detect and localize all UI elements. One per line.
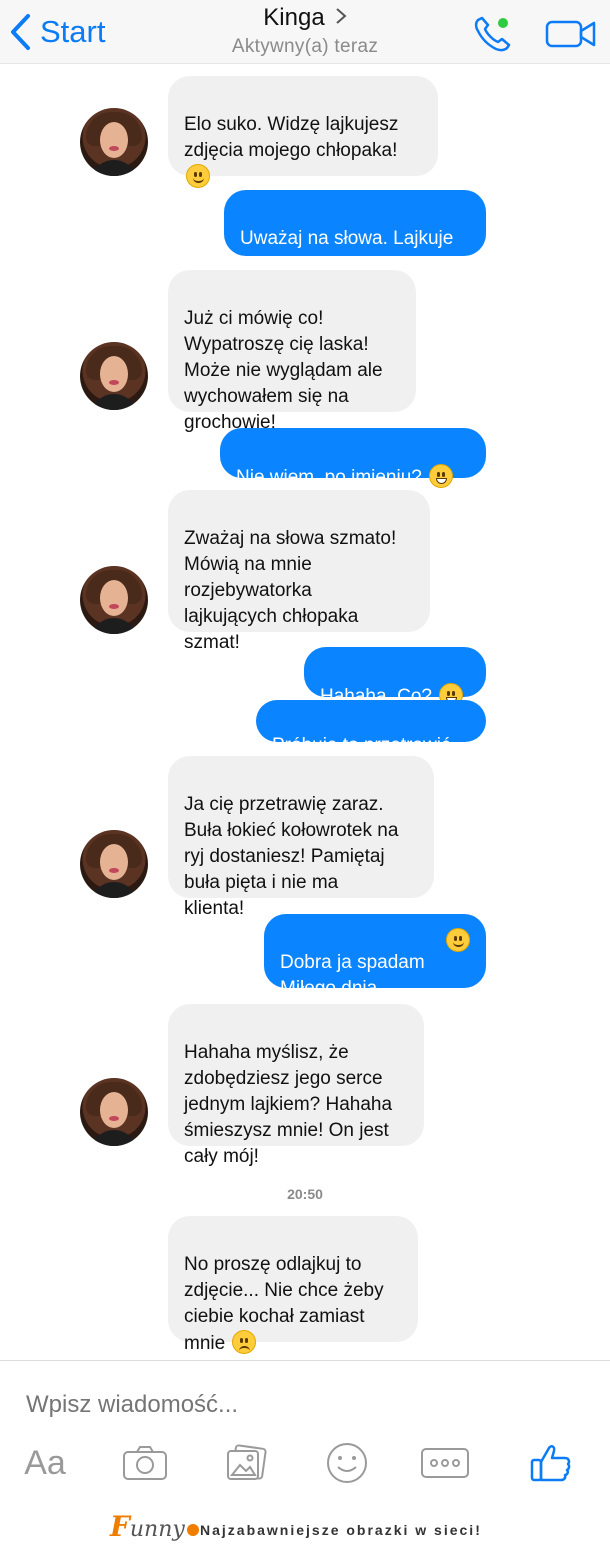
phone-icon[interactable] <box>470 14 518 59</box>
camera-icon[interactable] <box>118 1441 172 1485</box>
avatar[interactable] <box>80 566 148 634</box>
message-text: Próbuję to przetrawić <box>272 735 451 756</box>
chat-header: Start Kinga Aktywny(a) teraz <box>0 0 610 64</box>
message-bubble-outgoing: Dobra ja spadam Miłego dnia <box>264 914 486 999</box>
message-text: Nie wiem, po imieniu? <box>236 467 428 488</box>
message-bubble-outgoing: Hahaha. Co? <box>304 647 486 707</box>
grin-emoji-icon <box>429 464 454 488</box>
message-text: Zważaj na słowa szmato! Mówią na mnie ro… <box>184 528 397 653</box>
smile-emoji-icon <box>186 164 210 188</box>
timestamp: 20:50 <box>287 1186 323 1202</box>
message-bubble-incoming: Już ci mówię co! Wypatroszę cię laska! M… <box>168 270 416 433</box>
message-text: Dobra ja spadam Miłego dnia <box>280 952 425 999</box>
message-bubble-incoming: No proszę odlajkuj to zdjęcie... Nie chc… <box>168 1216 418 1354</box>
funny-logo: Funny <box>110 1510 199 1543</box>
gallery-icon[interactable] <box>220 1441 274 1485</box>
thumbs-up-icon[interactable] <box>524 1441 578 1485</box>
message-bubble-incoming: Zważaj na słowa szmato! Mówią na mnie ro… <box>168 490 430 653</box>
sad-emoji-icon <box>232 1330 257 1354</box>
message-bubble-incoming: Elo suko. Widzę lajkujesz zdjęcia mojego… <box>168 76 438 188</box>
message-bubble-outgoing: Próbuję to przetrawić <box>256 700 486 756</box>
aa-label: Aa <box>24 1443 66 1482</box>
message-text: Ja cię przetrawię zaraz. Buła łokieć koł… <box>184 794 399 919</box>
message-bubble-incoming: Hahaha myślisz, że zdobędziesz jego serc… <box>168 1004 424 1167</box>
message-text: Uważaj na słowa. Lajkuje a co? <box>240 228 454 275</box>
footer-tagline: Najzabawniejsze obrazki w sieci! <box>200 1522 482 1538</box>
avatar[interactable] <box>80 830 148 898</box>
message-text: Elo suko. Widzę lajkujesz zdjęcia mojego… <box>184 114 399 161</box>
avatar[interactable] <box>80 1078 148 1146</box>
message-bubble-outgoing: Nie wiem, po imieniu? <box>220 428 486 488</box>
message-text: Hahaha myślisz, że zdobędziesz jego serc… <box>184 1042 393 1167</box>
avatar[interactable] <box>80 342 148 410</box>
message-text: No proszę odlajkuj to zdjęcie... Nie chc… <box>184 1254 384 1354</box>
emoji-icon[interactable] <box>320 1441 374 1485</box>
composer: Aa <box>0 1360 610 1500</box>
contact-title[interactable]: Kinga Aktywny(a) teraz <box>0 4 610 58</box>
more-icon[interactable] <box>418 1441 472 1485</box>
smile-emoji-icon <box>446 928 470 952</box>
contact-name: Kinga <box>263 4 325 31</box>
message-input[interactable] <box>26 1391 586 1419</box>
avatar[interactable] <box>80 108 148 176</box>
chevron-right-icon <box>335 7 347 30</box>
message-bubble-incoming: Ja cię przetrawię zaraz. Buła łokieć koł… <box>168 756 434 919</box>
message-text: Już ci mówię co! Wypatroszę cię laska! M… <box>184 308 383 433</box>
contact-status: Aktywny(a) teraz <box>231 36 379 57</box>
text-format-button[interactable]: Aa <box>18 1441 72 1485</box>
footer-watermark: Funny Najzabawniejsze obrazki w sieci! <box>0 1502 610 1552</box>
message-bubble-outgoing: Uważaj na słowa. Lajkuje a co? <box>224 190 486 275</box>
video-camera-icon[interactable] <box>544 14 598 59</box>
